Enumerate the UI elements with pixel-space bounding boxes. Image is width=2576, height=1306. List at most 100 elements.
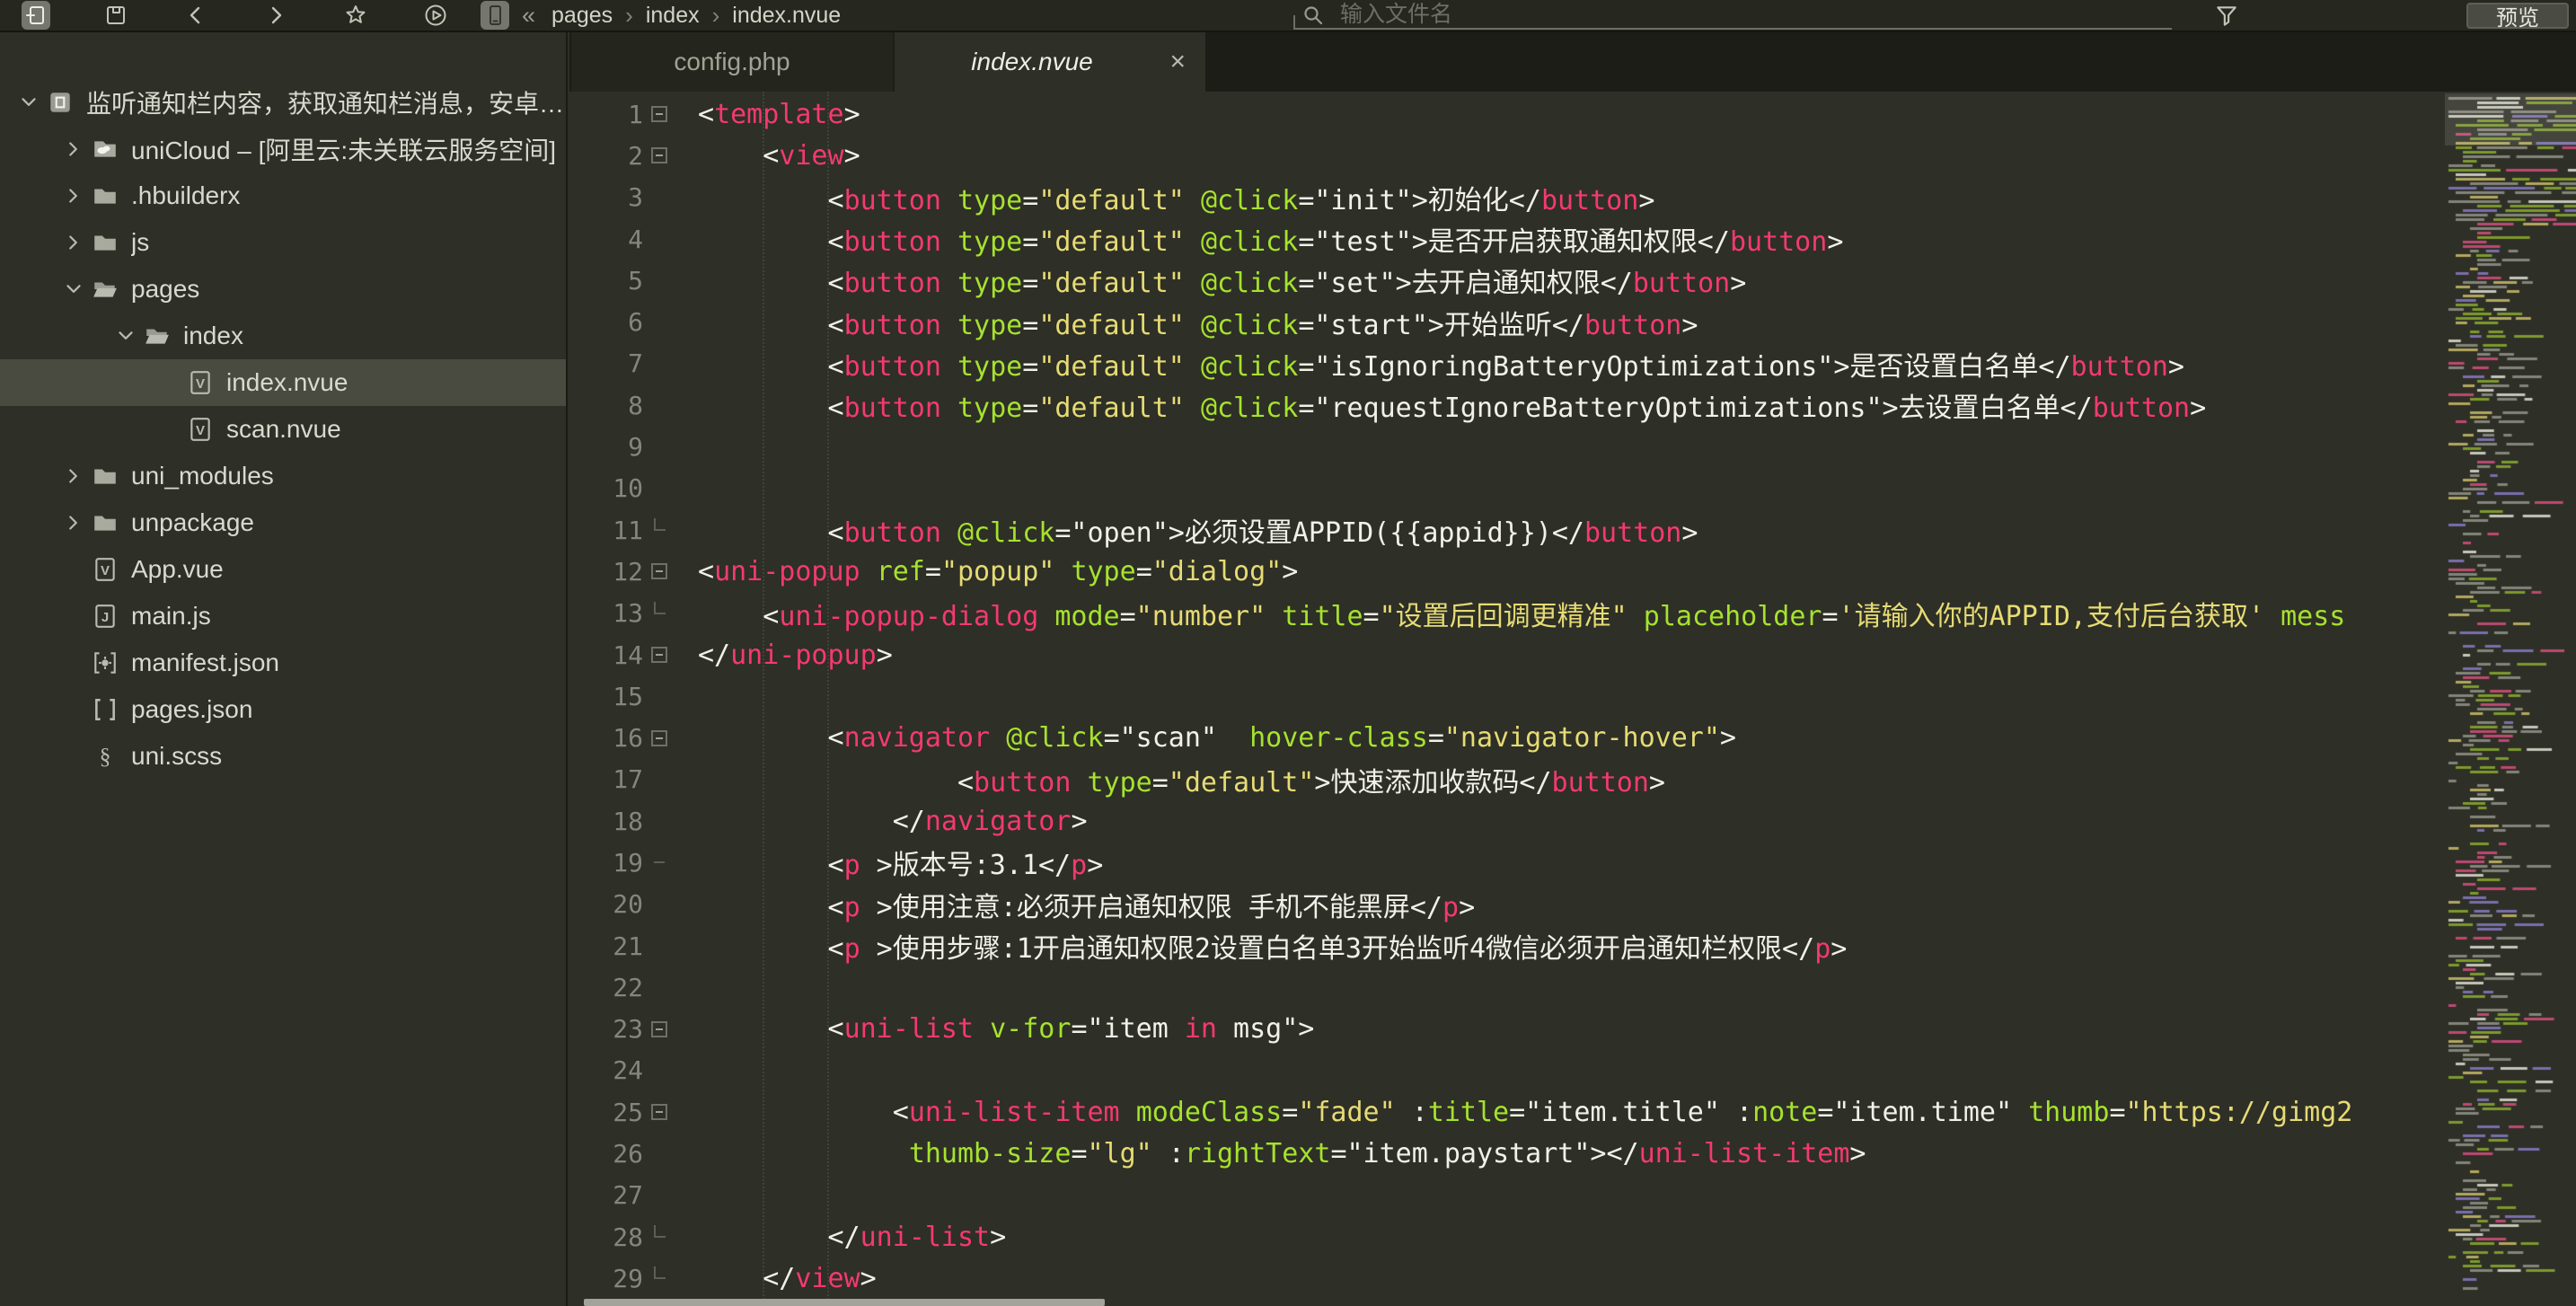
breadcrumb-item[interactable]: index.nvue <box>732 3 841 29</box>
tree-item-label: pages <box>131 275 200 303</box>
chevron-right-icon[interactable] <box>57 509 90 536</box>
minimap[interactable] <box>2445 92 2576 1306</box>
code-line[interactable]: 16 <navigator @click="scan" hover-class=… <box>569 717 2445 758</box>
code-line[interactable]: 6 <button type="default" @click="start">… <box>569 301 2445 342</box>
breadcrumb-item[interactable]: pages <box>551 3 613 29</box>
code-line[interactable]: 14 </uni-popup> <box>569 634 2445 675</box>
code-line[interactable]: 18 </navigator> <box>569 800 2445 842</box>
tree-item-label: index <box>183 322 243 349</box>
fold-marker-box[interactable] <box>643 729 675 746</box>
tree-item-label: scan.nvue <box>226 415 341 443</box>
fold-marker-box[interactable] <box>643 647 675 663</box>
code-line[interactable]: 27 <box>569 1175 2445 1216</box>
fold-marker-box[interactable] <box>643 106 675 123</box>
chevron-down-icon[interactable] <box>110 322 142 349</box>
tree-item-uni_modules[interactable]: uni_modules <box>0 453 566 499</box>
breadcrumb-collapse-icon[interactable]: « <box>522 2 535 30</box>
file-search-box <box>1293 2 2172 30</box>
chevron-down-icon[interactable] <box>57 276 90 303</box>
code-line[interactable]: 8 <button type="default" @click="request… <box>569 384 2445 426</box>
tree-item-pages.json[interactable]: pages.json <box>0 686 566 733</box>
code-line[interactable]: 1 <template> <box>569 93 2445 135</box>
search-input[interactable] <box>1340 2 2077 28</box>
fold-marker-box[interactable] <box>643 1020 675 1037</box>
tree-item-.hbuilderx[interactable]: .hbuilderx <box>0 172 566 219</box>
code-line[interactable]: 3 <button type="default" @click="init">初… <box>569 177 2445 218</box>
chevron-right-icon[interactable] <box>57 136 90 163</box>
tab-index.nvue[interactable]: index.nvue × <box>895 32 1205 92</box>
tree-item-uni.scss[interactable]: § uni.scss <box>0 733 566 780</box>
line-number: 12 <box>613 556 643 587</box>
fold-marker-end <box>643 1266 675 1290</box>
code-line[interactable]: 28 </uni-list> <box>569 1216 2445 1257</box>
file-explorer: 监听通知栏内容，获取通知栏消息，安卓原… uniCloud – [阿里云:未关联云… <box>0 32 568 1306</box>
fold-marker-box[interactable] <box>643 1104 675 1121</box>
code-line[interactable]: 12 <uni-popup ref="popup" type="dialog"> <box>569 551 2445 592</box>
fold-marker-box[interactable] <box>643 563 675 580</box>
code-line[interactable]: 15 <box>569 675 2445 717</box>
code-line[interactable]: 9 <box>569 426 2445 467</box>
run-icon[interactable] <box>421 1 450 30</box>
code-line[interactable]: 11 <button @click="open">必须设置APPID({{app… <box>569 509 2445 551</box>
code-line[interactable]: 4 <button type="default" @click="test">是… <box>569 218 2445 260</box>
chevron-down-icon[interactable] <box>13 89 45 116</box>
tree-item-label: .hbuilderx <box>131 181 241 209</box>
chevron-right-icon[interactable] <box>57 229 90 256</box>
code-line[interactable]: 22 <box>569 966 2445 1008</box>
horizontal-scrollbar-thumb[interactable] <box>584 1299 1105 1306</box>
device-icon[interactable] <box>481 1 509 30</box>
preview-button[interactable]: 预览 <box>2466 3 2569 31</box>
code-line[interactable]: 24 <box>569 1050 2445 1091</box>
line-number: 6 <box>628 307 643 338</box>
code-editor: 1 <template> 2 <view> 3 <button type="defau… <box>569 92 2576 1306</box>
tree-item-scan.nvue[interactable]: Vscan.nvue <box>0 406 566 453</box>
code-line[interactable]: 13 <uni-popup-dialog mode="number" title… <box>569 593 2445 634</box>
forward-icon[interactable] <box>261 1 290 30</box>
tab-config.php[interactable]: config.php <box>571 32 893 92</box>
tree-item-js[interactable]: js <box>0 219 566 266</box>
breadcrumb-item[interactable]: index <box>646 3 700 29</box>
tree-item-index.nvue[interactable]: Vindex.nvue <box>0 359 566 406</box>
code-text: <template> <box>698 98 860 130</box>
tree-item-unpackage[interactable]: unpackage <box>0 499 566 546</box>
tree-item-app.vue[interactable]: V App.vue <box>0 546 566 593</box>
code-line[interactable]: 25 <uni-list-item modeClass="fade" :titl… <box>569 1091 2445 1133</box>
new-file-icon[interactable] <box>22 1 50 30</box>
code-line[interactable]: 20 <p >使用注意:必须开启通知权限 手机不能黑屏</p> <box>569 884 2445 925</box>
code-line[interactable]: 10 <box>569 468 2445 509</box>
chevron-right-icon[interactable] <box>57 463 90 490</box>
tree-item-manifest.json[interactable]: manifest.json <box>0 640 566 686</box>
tree-item--[interactable]: 监听通知栏内容，获取通知栏消息，安卓原… <box>0 79 566 126</box>
filter-icon[interactable] <box>2211 2 2242 31</box>
cloud-folder-icon <box>90 136 120 163</box>
chevron-right-icon[interactable] <box>57 182 90 209</box>
star-icon[interactable] <box>341 1 370 30</box>
toolbar-icon-group <box>0 1 450 30</box>
code-area[interactable]: 1 <template> 2 <view> 3 <button type="defau… <box>569 92 2445 1306</box>
tree-item-main.js[interactable]: Jmain.js <box>0 593 566 640</box>
line-number: 21 <box>613 931 643 961</box>
folder-icon <box>90 463 120 490</box>
code-line[interactable]: 21 <p >使用步骤:1开启通知权限2设置白名单3开始监听4微信必须开启通知栏… <box>569 925 2445 966</box>
code-line[interactable]: 26 thumb-size="lg" :rightText="item.pays… <box>569 1133 2445 1174</box>
code-line[interactable]: 23 <uni-list v-for="item in msg"> <box>569 1009 2445 1050</box>
minimap-canvas[interactable] <box>2445 92 2576 1306</box>
tree-item-pages[interactable]: pages <box>0 266 566 313</box>
code-line[interactable]: 29 </view> <box>569 1257 2445 1299</box>
code-text: <p >使用步骤:1开启通知权限2设置白名单3开始监听4微信必须开启通知栏权限<… <box>698 933 1848 966</box>
code-line[interactable]: 5 <button type="default" @click="set">去开… <box>569 260 2445 301</box>
close-icon[interactable]: × <box>1169 49 1186 75</box>
tree-item-label: index.nvue <box>226 368 348 396</box>
tree-item-index[interactable]: index <box>0 313 566 359</box>
tab-label: index.nvue <box>971 48 1093 75</box>
fold-marker-box[interactable] <box>643 147 675 164</box>
code-line[interactable]: 7 <button type="default" @click="isIgnor… <box>569 343 2445 384</box>
code-line[interactable]: 2 <view> <box>569 135 2445 176</box>
save-icon[interactable] <box>101 1 130 30</box>
folder-open-icon <box>90 276 120 303</box>
tree-item-unicloud-[interactable]: uniCloud – [阿里云:未关联云服务空间] <box>0 126 566 172</box>
code-line[interactable]: 19 <p >版本号:3.1</p> <box>569 842 2445 883</box>
back-icon[interactable] <box>181 1 210 30</box>
code-line[interactable]: 17 <button type="default">快速添加收款码</butto… <box>569 759 2445 800</box>
